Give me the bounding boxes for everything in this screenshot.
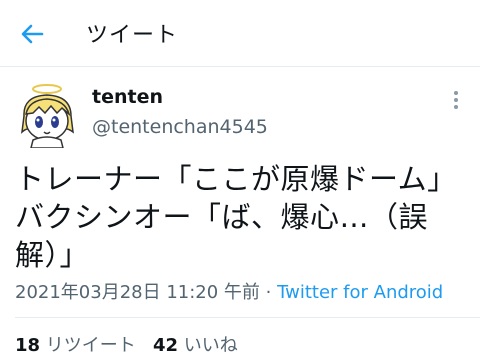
retweets-count: 18: [15, 335, 41, 356]
back-button[interactable]: [18, 20, 46, 48]
likes-count: 42: [152, 335, 179, 356]
retweets-label: リツイート: [45, 335, 136, 356]
likes-label: いいね: [183, 335, 238, 356]
tweet-source-link[interactable]: Twitter for Android: [277, 282, 443, 303]
author-display-name[interactable]: tenten: [92, 86, 163, 108]
tweet-meta: 2021年03月28日 11:20 午前 · Twitter for Andro…: [15, 278, 443, 304]
avatar-angel-character: [21, 84, 74, 149]
author-handle[interactable]: @tentenchan4545: [92, 116, 268, 138]
tweet-stats: 18 リツイート 42 いいね: [15, 331, 238, 357]
retweets-stat[interactable]: 18 リツイート: [15, 335, 136, 356]
divider: [15, 317, 480, 318]
meta-separator: ·: [259, 282, 278, 303]
avatar[interactable]: [15, 82, 81, 149]
page-title: ツイート: [86, 23, 179, 48]
tweet-header: ツイート: [0, 0, 480, 67]
more-options-button[interactable]: [446, 88, 466, 112]
tweet-timestamp[interactable]: 2021年03月28日 11:20 午前: [15, 282, 260, 303]
tweet-text: トレーナー「ここが原爆ドーム」 バクシンオー「ば、爆心…（誤 解）」: [15, 162, 457, 272]
more-vertical-icon: [454, 91, 458, 109]
arrow-left-icon: [21, 24, 44, 44]
likes-stat[interactable]: 42 いいね: [153, 335, 238, 356]
